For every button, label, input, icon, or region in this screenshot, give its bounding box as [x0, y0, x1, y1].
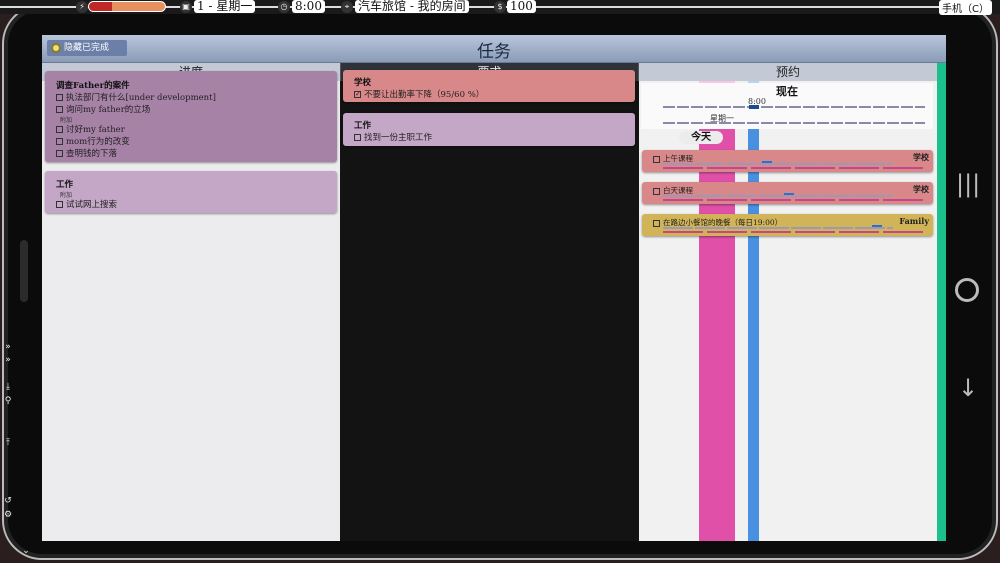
phone-side-slot — [20, 240, 28, 302]
checked-checkbox-icon: ✓ — [354, 89, 361, 98]
calendar-icon: ▣ — [180, 1, 192, 13]
search-icon[interactable]: ⚲ — [2, 396, 14, 406]
task-item[interactable]: 试试网上搜索 — [56, 198, 337, 210]
task-item[interactable]: 查明钱的下落 — [56, 147, 337, 159]
sub-label: 附加 — [60, 117, 73, 124]
energy-bar — [88, 1, 166, 12]
checkbox-icon — [56, 125, 63, 133]
checkbox-icon — [56, 93, 63, 101]
card-title: 工作 — [56, 180, 74, 190]
checkbox-icon — [56, 137, 63, 145]
card-title: 调查Father的案件 — [56, 81, 130, 91]
schedule-bar — [663, 199, 923, 201]
checkbox-icon — [56, 105, 63, 113]
schedule-blip — [872, 225, 882, 227]
task-item[interactable]: 执法部门有什么[under development] — [56, 91, 337, 103]
schedule-bar — [663, 231, 923, 233]
skip-forward-icon[interactable]: » — [2, 342, 14, 352]
clock-icon: ◷ — [278, 1, 290, 13]
requirements-column: 要求 学校 ✓不要让出勤率下降（95/60 %） 工作 找到一份主职工作 — [340, 63, 639, 541]
date-display: 1 - 星期一 — [194, 0, 256, 13]
time-display: 8:00 — [292, 0, 325, 13]
schedule-bar — [663, 167, 923, 169]
tasks-header: 隐藏已完成 任务 — [42, 35, 946, 63]
checkbox-icon — [56, 200, 63, 208]
back-arrow-icon[interactable]: ↓ — [956, 374, 980, 402]
timeline-dashes — [663, 106, 925, 108]
page-title: 任务 — [477, 42, 511, 62]
schedule-item-tag: 学校 — [913, 152, 929, 162]
task-item[interactable]: 讨好my father — [56, 123, 337, 135]
schedule-item-morning-class[interactable]: 上午课程 学校 — [642, 150, 933, 172]
money-display: 100 — [507, 0, 536, 13]
dollar-icon: $ — [494, 1, 506, 13]
schedule-bar — [663, 195, 893, 197]
schedule-item-tag: 学校 — [913, 184, 929, 194]
schedule-column-header: 预约 — [639, 63, 937, 81]
home-circle-icon[interactable] — [955, 278, 979, 302]
schedule-bar — [663, 227, 893, 229]
task-item[interactable]: mom行为的改变 — [56, 135, 337, 147]
requirement-card-school[interactable]: 学校 ✓ 不要让出勤率下降（95/60 %） — [343, 70, 635, 102]
menu-lines-icon[interactable]: ||| — [956, 170, 980, 198]
progress-card-work[interactable]: 工作 附加 试试网上搜索 — [45, 171, 337, 213]
schedule-blip — [762, 161, 772, 163]
checkbox-icon — [653, 156, 660, 163]
task-item[interactable]: 找到一份主职工作 — [354, 131, 635, 143]
schedule-item-day-class[interactable]: 白天课程 学校 — [642, 182, 933, 204]
checkbox-icon — [653, 220, 660, 227]
checkbox-icon — [56, 149, 63, 157]
today-label: 今天 — [679, 131, 723, 144]
lightning-icon: ⚡ — [76, 1, 88, 13]
schedule-column: 预约 现在 8:00 星期一 今天 上午课程 学校 白天课程 学校 在路边小餐馆… — [639, 63, 937, 541]
task-item[interactable]: 询问my father的立场 — [56, 103, 337, 115]
card-title: 工作 — [354, 121, 372, 131]
schedule-blip — [784, 193, 794, 195]
status-bar: ⚡ ▣ 1 - 星期一 ◷ 8:00 ⌖ 汽车旅馆 - 我的房间 $ 100 — [0, 0, 1000, 14]
progress-column: 进度 调查Father的案件 执法部门有什么[under development… — [42, 63, 340, 541]
schedule-item-dinner[interactable]: 在路边小餐馆的晚餐（每日19:00） Family — [642, 214, 933, 236]
card-title: 学校 — [354, 78, 372, 88]
requirement-card-work[interactable]: 工作 找到一份主职工作 — [343, 113, 635, 146]
location-display: 汽车旅馆 - 我的房间 — [355, 0, 469, 13]
checkbox-icon — [653, 188, 660, 195]
gear-icon[interactable]: ⚙ — [2, 510, 14, 520]
now-indicator: 现在 8:00 星期一 — [641, 83, 933, 129]
schedule-bar — [663, 163, 893, 165]
energy-fill — [89, 2, 112, 11]
progress-card-father-case[interactable]: 调查Father的案件 执法部门有什么[under development] 询… — [45, 71, 337, 162]
chevron-down-icon[interactable]: ⌄ — [20, 546, 32, 556]
save-icon[interactable]: ⤓ — [2, 382, 14, 392]
phone-shortcut-label[interactable]: 手机（C） — [939, 0, 992, 15]
accent-scrollbar[interactable] — [937, 63, 946, 541]
auto-play-icon[interactable]: » — [2, 355, 14, 365]
history-icon[interactable]: ↺ — [2, 496, 14, 506]
location-pin-icon: ⌖ — [341, 1, 353, 13]
now-label: 现在 — [776, 85, 798, 98]
now-marker — [749, 105, 759, 109]
load-icon[interactable]: ⤒ — [2, 438, 14, 448]
checkbox-icon — [354, 133, 361, 141]
sub-label: 附加 — [60, 192, 73, 199]
schedule-item-tag: Family — [899, 216, 929, 226]
phone-screen: 隐藏已完成 任务 进度 调查Father的案件 执法部门有什么[under de… — [42, 35, 946, 541]
phone-frame: ||| ↓ 隐藏已完成 任务 进度 调查Father的案件 执法部门有什么[un… — [2, 4, 998, 560]
timeline-dashes — [663, 122, 925, 124]
task-item[interactable]: ✓ 不要让出勤率下降（95/60 %） — [354, 88, 635, 100]
